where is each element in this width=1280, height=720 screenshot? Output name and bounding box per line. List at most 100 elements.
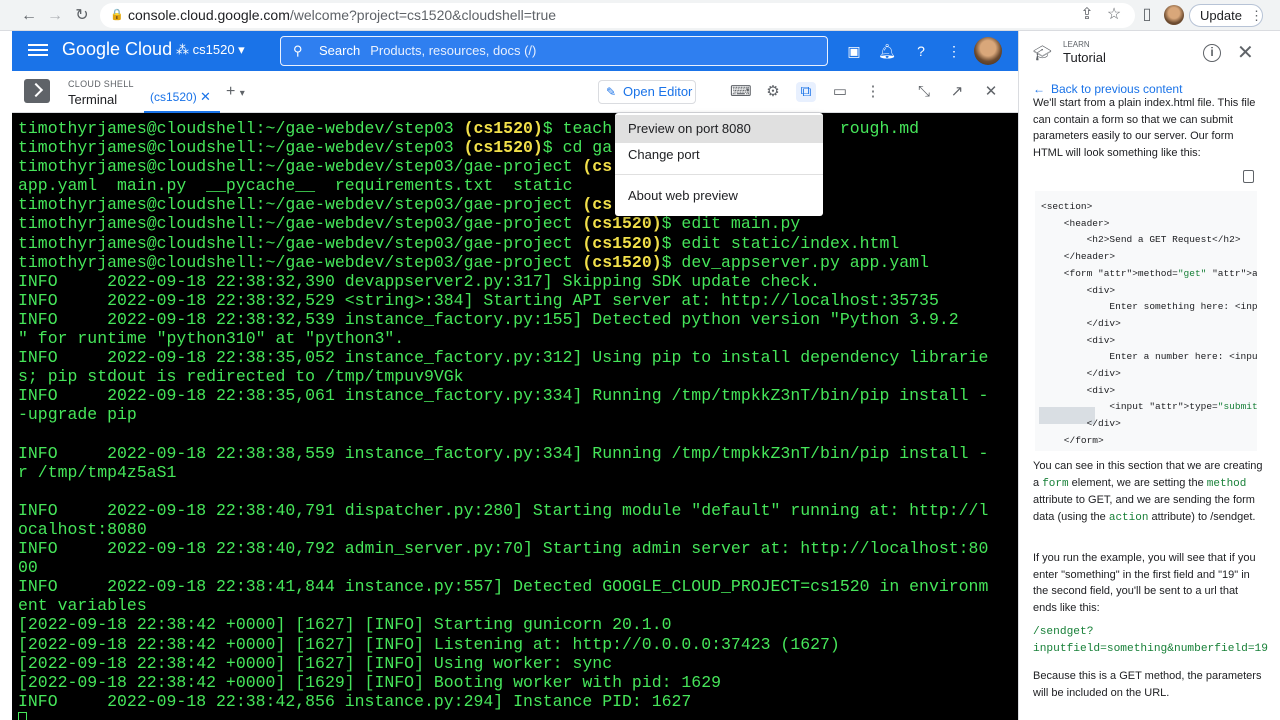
help-icon[interactable]: ?	[911, 41, 931, 61]
tutorial-paragraph: We'll start from a plain index.html file…	[1033, 93, 1265, 159]
terminal-text: INFO 2022-09-18 22:38:35,061 instance_fa…	[18, 386, 989, 406]
terminal-text: " for runtime "python310" at "python3".	[18, 329, 405, 349]
terminal-line: INFO 2022-09-18 22:38:41,844 instance.py…	[18, 577, 1018, 596]
code-line: <h2>Send a GET Request</h2>	[1041, 234, 1241, 246]
hamburger-menu-icon[interactable]	[28, 41, 48, 61]
close-shell-icon[interactable]: ✕	[981, 82, 1001, 102]
share-icon[interactable]: ⇪	[1076, 4, 1098, 26]
close-icon[interactable]: ✕	[1237, 40, 1254, 65]
learn-label: LEARN	[1063, 40, 1090, 49]
terminal-text: INFO 2022-09-18 22:38:35,052 instance_fa…	[18, 348, 989, 368]
code-line: <div>	[1041, 284, 1116, 296]
terminal-line: timothyrjames@cloudshell:~/gae-webdev/st…	[18, 234, 1018, 253]
terminal-cursor	[18, 712, 27, 720]
terminal-text: INFO 2022-09-18 22:38:32,390 devappserve…	[18, 271, 821, 291]
terminal-text: [2022-09-18 22:38:42 +0000] [1627] [INFO…	[18, 653, 613, 673]
preview-port-8080-item[interactable]: Preview on port 8080	[615, 115, 823, 143]
tutorial-paragraph: If you run the example, you will see tha…	[1033, 550, 1265, 616]
terminal-line: r /tmp/tmp4z5aS1	[18, 463, 1018, 482]
terminal-project-tag: (cs1520)	[582, 252, 662, 272]
open-editor-button[interactable]: ✎ Open Editor	[598, 80, 696, 104]
inline-code-method: method	[1206, 477, 1247, 490]
more-vert-icon[interactable]: ⋮	[863, 82, 883, 102]
change-port-item[interactable]: Change port	[615, 141, 823, 169]
terminal-line: INFO 2022-09-18 22:38:35,061 instance_fa…	[18, 386, 1018, 405]
para2-text-c: element, we are setting the	[1068, 476, 1207, 489]
terminal-text: INFO 2022-09-18 22:38:32,529 <string>:38…	[18, 290, 939, 310]
settings-gear-icon[interactable]: ⚙	[763, 82, 783, 102]
url-host: console.cloud.google.com	[128, 7, 290, 23]
terminal-line: timothyrjames@cloudshell:~/gae-webdev/st…	[18, 119, 1018, 138]
terminal-line: " for runtime "python310" at "python3".	[18, 329, 1018, 348]
search-input[interactable]: ⚲ Search Products, resources, docs (/)	[280, 36, 828, 66]
project-name: cs1520	[192, 42, 235, 57]
terminal-project-tag: (cs1520)	[582, 233, 662, 253]
tab-cs1520[interactable]: (cs1520) ✕	[144, 85, 220, 113]
code-block: <section> <header> <h2>Send a GET Reques…	[1035, 191, 1257, 451]
para4-text: Because this is a GET method, the parame…	[1033, 670, 1262, 699]
bookmark-star-icon[interactable]: ☆	[1103, 4, 1125, 26]
side-panel-icon[interactable]: ▯	[1136, 4, 1158, 26]
code-line: </div>	[1041, 418, 1121, 430]
terminal-line: INFO 2022-09-18 22:38:35,052 instance_fa…	[18, 348, 1018, 367]
about-web-preview-item[interactable]: About web preview	[615, 182, 823, 210]
terminal-text: [2022-09-18 22:38:42 +0000] [1627] [INFO…	[18, 615, 672, 635]
terminal-line: [2022-09-18 22:38:42 +0000] [1627] [INFO…	[18, 615, 1018, 634]
kebab-menu-icon: ⋮	[1250, 8, 1263, 23]
copy-icon[interactable]	[1243, 170, 1254, 183]
code-line: Enter something here: <inp	[1041, 301, 1257, 313]
terminal-line: ocalhost:8080	[18, 520, 1018, 539]
terminal-output[interactable]: timothyrjames@cloudshell:~/gae-webdev/st…	[12, 113, 1018, 720]
reload-icon[interactable]: ↻	[71, 5, 93, 27]
address-bar[interactable]: 🔒 console.cloud.google.com/welcome?proje…	[100, 3, 1135, 28]
terminal-command: $ edit static/index.html	[661, 233, 900, 253]
avatar[interactable]	[974, 37, 1002, 65]
project-icon: ⁂	[176, 42, 193, 57]
para3-text: If you run the example, you will see tha…	[1033, 552, 1256, 614]
code-line: Enter a number here: <inpu	[1041, 351, 1257, 363]
more-vert-icon[interactable]: ⋮	[944, 41, 964, 61]
update-button[interactable]: Update ⋮	[1189, 4, 1263, 27]
terminal-text: timothyrjames@cloudshell:~/gae-webdev/st…	[18, 252, 583, 272]
terminal-text: INFO 2022-09-18 22:38:40,791 dispatcher.…	[18, 500, 989, 520]
back-arrow-icon[interactable]: ←	[18, 5, 40, 27]
terminal-text: INFO 2022-09-18 22:38:32,539 instance_fa…	[18, 309, 959, 329]
lock-icon: 🔒	[110, 9, 124, 21]
keyboard-icon[interactable]: ⌨	[730, 82, 752, 102]
minimize-panel-icon[interactable]: ▭	[830, 82, 850, 102]
code-line: <form "attr">method="get" "attr">action=…	[1041, 267, 1257, 279]
open-editor-label: Open Editor	[623, 84, 693, 99]
terminal-line: timothyrjames@cloudshell:~/gae-webdev/st…	[18, 157, 1018, 176]
forward-arrow-icon[interactable]: →	[44, 5, 66, 27]
collapse-icon[interactable]: ⤡	[914, 82, 934, 102]
terminal-text: [2022-09-18 22:38:42 +0000] [1629] [INFO…	[18, 672, 722, 692]
close-icon[interactable]: ✕	[200, 85, 211, 109]
profile-avatar[interactable]	[1164, 5, 1184, 25]
terminal-prompt-line	[18, 711, 1018, 720]
browser-toolbar: ← → ↻ 🔒 console.cloud.google.com/welcome…	[0, 0, 1280, 31]
add-tab-icon[interactable]: + ▾	[226, 83, 245, 101]
web-preview-icon[interactable]: ⧉	[796, 82, 816, 102]
terminal-line: [2022-09-18 22:38:42 +0000] [1629] [INFO…	[18, 673, 1018, 692]
search-placeholder: Products, resources, docs (/)	[370, 43, 537, 58]
info-icon[interactable]: i	[1203, 44, 1221, 62]
open-new-window-icon[interactable]: ↗	[947, 82, 967, 102]
inline-code-action: action	[1108, 511, 1149, 524]
cloud-shell-toolbar: CLOUD SHELL Terminal (cs1520) ✕ + ▾ ✎ Open…	[12, 71, 1018, 113]
terminal-line: -upgrade pip	[18, 405, 1018, 424]
code-line: </header>	[1041, 251, 1116, 263]
notifications-bell-icon[interactable]: 🔔︎	[877, 41, 897, 61]
terminal-text: INFO 2022-09-18 22:38:42,856 instance.py…	[18, 691, 692, 711]
terminal-line: timothyrjames@cloudshell:~/gae-webdev/st…	[18, 253, 1018, 272]
tutorial-paragraph: You can see in this section that we are …	[1033, 458, 1265, 526]
graduation-cap-icon: 🎓︎	[1033, 45, 1053, 62]
terminal-line: s; pip stdout is redirected to /tmp/tmpu…	[18, 367, 1018, 386]
tab-label: (cs1520)	[150, 90, 197, 104]
project-picker[interactable]: ⁂ cs1520 ▾	[176, 42, 245, 58]
google-cloud-logo[interactable]: Google Cloud	[62, 39, 172, 60]
code-line: <div>	[1041, 384, 1116, 396]
cloud-shell-icon[interactable]: ▣	[844, 41, 864, 61]
tutorial-panel: 🎓︎ LEARN Tutorial i ✕ ← Back to previous …	[1018, 31, 1280, 720]
terminal-line: INFO 2022-09-18 22:38:32,539 instance_fa…	[18, 310, 1018, 329]
